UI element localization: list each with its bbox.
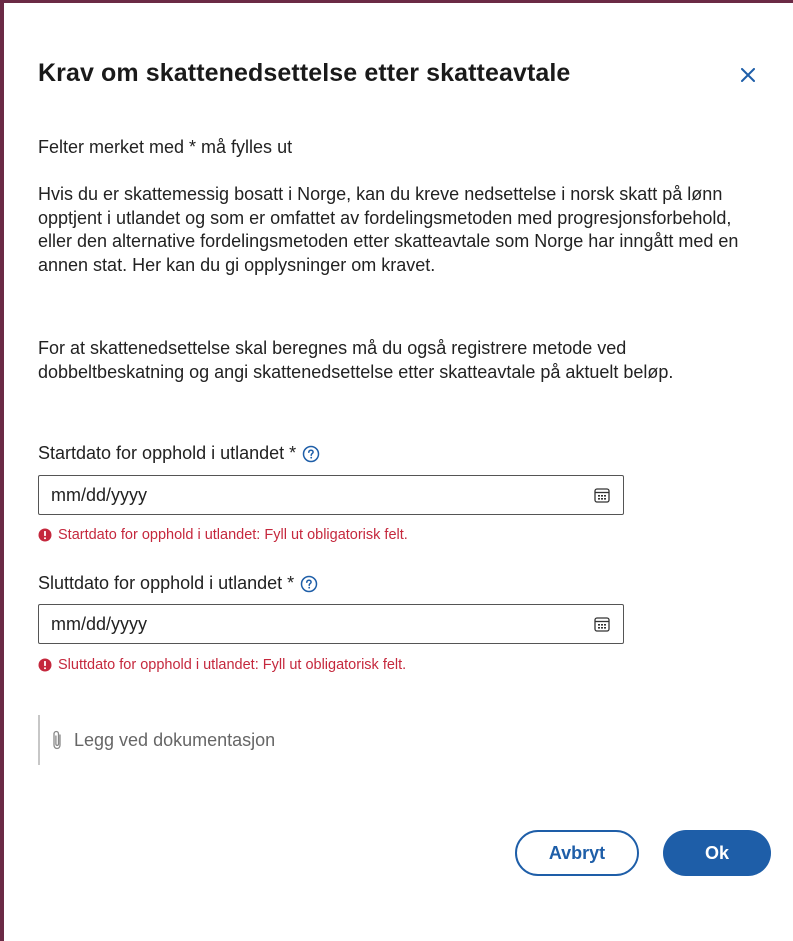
close-icon (741, 68, 755, 82)
paperclip-icon (50, 729, 64, 751)
cancel-button[interactable]: Avbryt (515, 830, 639, 876)
dialog: Krav om skattenedsettelse etter skatteav… (4, 3, 793, 941)
end-date-field[interactable] (38, 604, 624, 644)
start-date-error: Startdato for opphold i utlandet: Fyll u… (38, 527, 408, 543)
intro-text: Hvis du er skattemessig bosatt i Norge, … (38, 184, 739, 275)
start-date-label: Startdato for opphold i utlandet * (38, 443, 320, 464)
help-circle-icon[interactable] (300, 575, 318, 593)
error-icon (38, 658, 52, 672)
close-button[interactable] (734, 61, 762, 89)
start-date-label-text: Startdato for opphold i utlandet * (38, 443, 297, 463)
end-date-label: Sluttdato for opphold i utlandet * (38, 573, 318, 594)
calendar-icon[interactable] (593, 615, 611, 633)
end-date-label-text: Sluttdato for opphold i utlandet * (38, 573, 295, 593)
attach-documentation-button[interactable]: Legg ved dokumentasjon (38, 715, 275, 765)
end-date-input[interactable] (51, 613, 593, 635)
dialog-title: Krav om skattenedsettelse etter skatteav… (38, 59, 571, 87)
calendar-icon[interactable] (593, 486, 611, 504)
start-date-field[interactable] (38, 475, 624, 515)
attach-documentation-label: Legg ved dokumentasjon (74, 729, 276, 750)
method-text: For at skattenedsettelse skal beregnes m… (38, 338, 674, 382)
end-date-error-text: Sluttdato for opphold i utlandet: Fyll u… (58, 657, 407, 673)
start-date-error-text: Startdato for opphold i utlandet: Fyll u… (58, 527, 408, 543)
ok-button[interactable]: Ok (663, 830, 771, 876)
help-circle-icon[interactable] (302, 445, 320, 463)
end-date-error: Sluttdato for opphold i utlandet: Fyll u… (38, 657, 406, 673)
error-icon (38, 528, 52, 542)
required-note: Felter merket med * må fylles ut (38, 137, 293, 157)
start-date-input[interactable] (51, 484, 593, 506)
